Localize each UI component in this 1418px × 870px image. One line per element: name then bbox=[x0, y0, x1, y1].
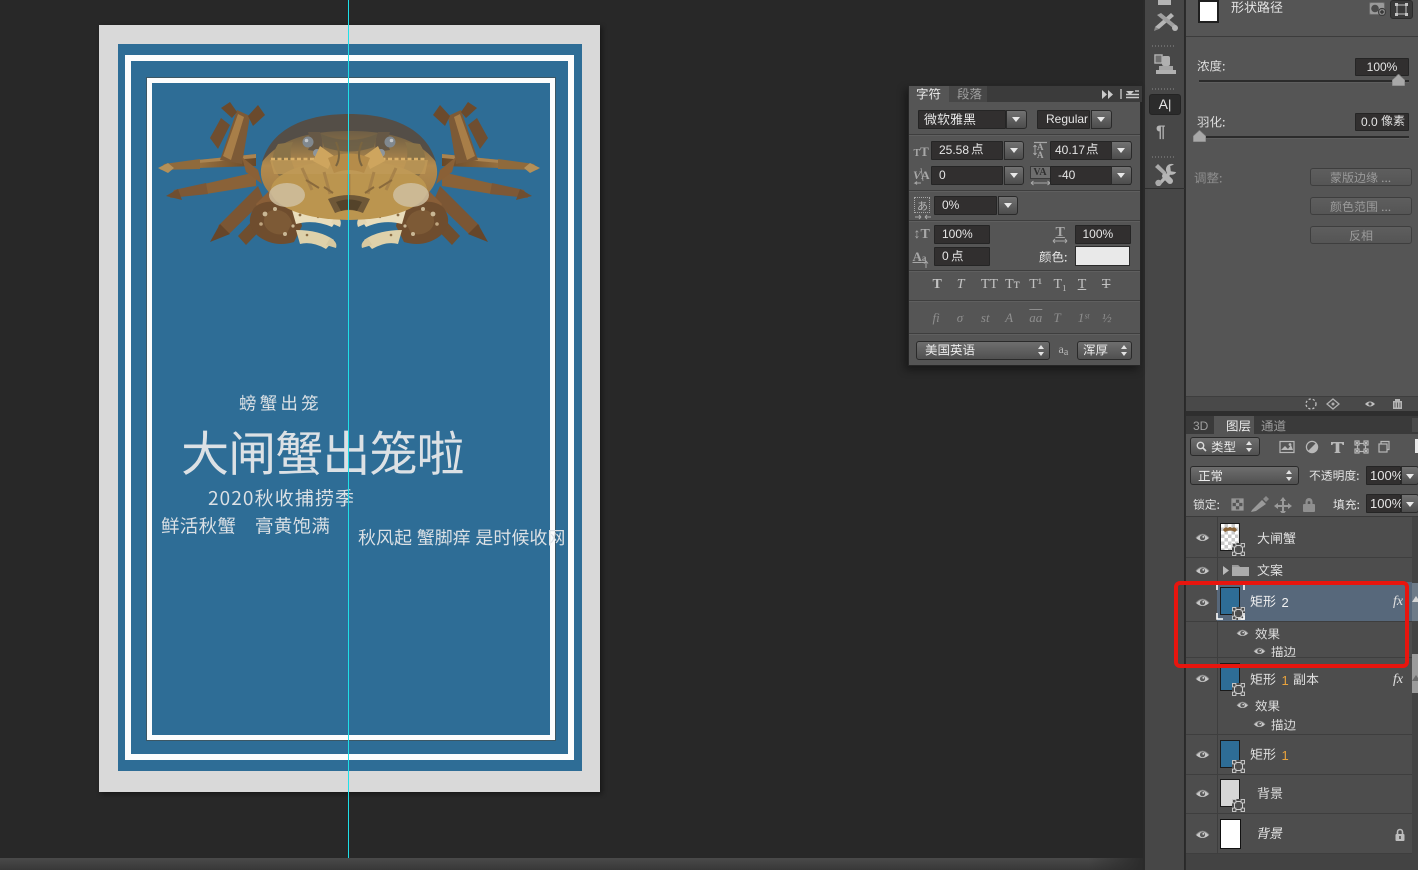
svg-text:A: A bbox=[1037, 150, 1044, 160]
